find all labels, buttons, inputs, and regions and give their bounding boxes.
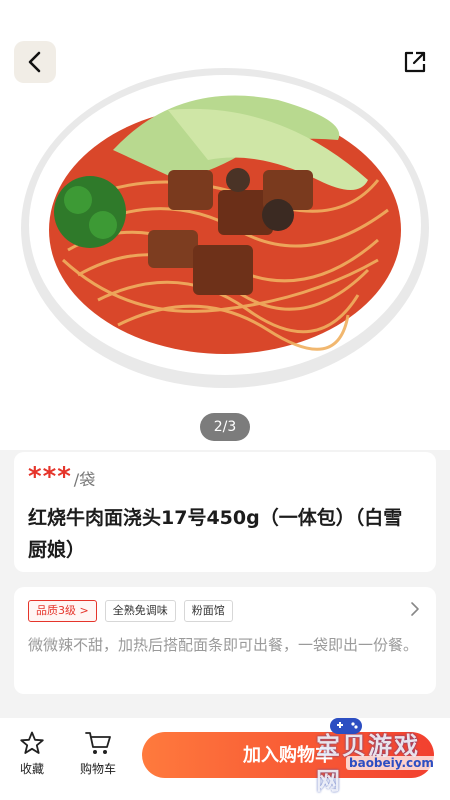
cart-label: 购物车 (79, 762, 116, 776)
add-to-cart-button[interactable]: 加入购物车 (142, 732, 434, 778)
image-pager: 2/3 (200, 413, 250, 441)
tag-list: 品质3级 > 全熟免调味 粉面馆 (28, 600, 233, 622)
tag-fully-cooked: 全熟免调味 (104, 600, 176, 622)
product-info-card[interactable]: 品质3级 > 全熟免调味 粉面馆 微微辣不甜，加热后搭配面条即可出餐，一袋即出一… (14, 587, 436, 694)
quality-tag[interactable]: 品质3级 > (28, 600, 97, 622)
price-card: *** /袋 红烧牛肉面浇头17号450g（一体包）（白雪厨娘） (14, 452, 436, 572)
favorite-button[interactable]: 收藏 (2, 730, 62, 777)
cart-button[interactable]: 购物车 (68, 730, 128, 777)
price-unit: /袋 (73, 470, 96, 489)
product-title: 红烧牛肉面浇头17号450g（一体包）（白雪厨娘） (28, 507, 403, 561)
share-button[interactable] (394, 41, 436, 83)
bottom-action-bar: 收藏 购物车 加入购物车 (0, 718, 450, 800)
price: *** (28, 462, 72, 492)
price-row: *** /袋 (28, 462, 95, 492)
favorite-label: 收藏 (19, 762, 44, 776)
star-icon (20, 731, 44, 754)
back-button[interactable] (14, 41, 56, 83)
product-image-carousel[interactable]: 2/3 (0, 0, 450, 450)
chevron-right-icon[interactable] (410, 601, 420, 617)
share-icon (404, 51, 426, 73)
tag-noodle-shop: 粉面馆 (183, 600, 233, 622)
chevron-left-icon (28, 51, 41, 73)
product-description: 微微辣不甜，加热后搭配面条即可出餐，一袋即出一份餐。 (28, 636, 419, 654)
cart-icon (85, 732, 111, 754)
dish-image (21, 68, 429, 388)
